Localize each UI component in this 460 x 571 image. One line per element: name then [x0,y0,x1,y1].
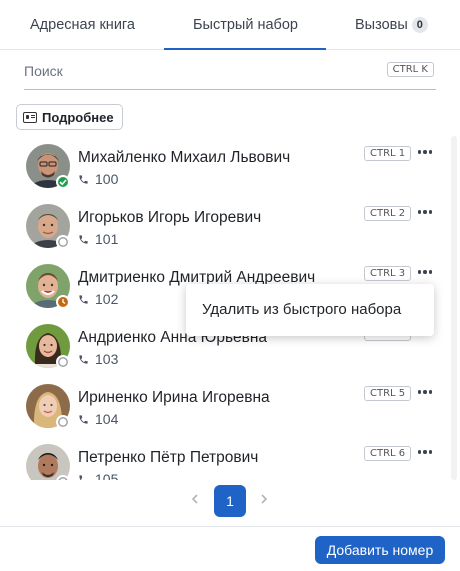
status-offline-indicator [56,355,70,369]
contact-name: Игорьков Игорь Игоревич [78,209,262,226]
phone-icon [79,414,88,424]
contact-extension: 102 [78,291,118,307]
contact-row[interactable]: Петренко Пётр Петрович 105 CTRL 6 [0,436,450,480]
chevron-right-icon[interactable] [259,494,269,504]
tab-bar: Адресная книга Быстрый набор Вызовы 0 [0,0,460,50]
chevron-left-icon[interactable] [190,494,200,504]
search-shortcut-hint: CTRL K [386,62,434,77]
contact-row[interactable]: Михайленко Михаил Львович 100 CTRL 1 [0,136,450,196]
tab-calls-label: Вызовы [355,17,408,33]
status-offline-indicator [56,475,70,480]
phone-icon [79,174,88,184]
contact-name: Петренко Пётр Петрович [78,449,259,466]
contact-name: Михайленко Михаил Львович [78,149,291,166]
calls-count-badge: 0 [411,17,428,33]
add-number-button[interactable]: Добавить номер [315,536,445,564]
contact-extension: 100 [78,171,118,187]
status-online-indicator [56,175,70,189]
contact-extension: 103 [78,351,118,367]
contact-row[interactable]: Ириненко Ирина Игоревна 104 CTRL 5 [0,376,450,436]
tab-address-book[interactable]: Адресная книга [30,0,135,50]
extension-number: 103 [95,351,119,367]
status-offline-indicator [56,235,70,249]
status-offline-indicator [56,415,70,429]
extension-number: 104 [95,411,119,427]
speed-dial-shortcut: CTRL 3 [364,266,412,281]
more-options-icon[interactable] [414,384,436,400]
details-button[interactable]: Подробнее [16,104,123,130]
contact-card-icon [23,111,37,123]
extension-number: 102 [95,291,119,307]
phone-icon [79,234,88,244]
phone-icon [79,294,88,304]
more-options-icon[interactable] [414,144,436,160]
extension-number: 101 [95,231,119,247]
phone-icon [79,354,88,364]
context-menu-remove-item[interactable]: Удалить из быстрого набора [186,284,434,336]
page-button-current[interactable]: 1 [214,485,246,517]
speed-dial-shortcut: CTRL 5 [364,386,412,401]
extension-number: 100 [95,171,119,187]
footer-bar: Добавить номер [0,526,460,571]
active-tab-indicator [164,48,326,50]
contact-extension: 101 [78,231,118,247]
more-options-icon[interactable] [414,264,436,280]
tab-calls[interactable]: Вызовы 0 [355,0,428,50]
speed-dial-shortcut: CTRL 2 [364,206,412,221]
speed-dial-shortcut: CTRL 1 [364,146,412,161]
speed-dial-shortcut: CTRL 6 [364,446,412,461]
more-options-icon[interactable] [414,204,436,220]
contact-extension: 104 [78,411,118,427]
extension-number: 105 [95,471,119,480]
search-input[interactable] [24,56,324,86]
status-away-indicator [56,295,70,309]
tab-speed-dial[interactable]: Быстрый набор [193,0,298,50]
contact-row[interactable]: Игорьков Игорь Игоревич 101 CTRL 2 [0,196,450,256]
pagination: 1 [0,484,460,520]
search-bar: CTRL K [24,56,436,90]
phone-icon [79,474,83,480]
contact-extension: 105 [78,471,118,480]
contact-name: Ириненко Ирина Игоревна [78,389,270,406]
more-options-icon[interactable] [414,444,436,460]
details-button-label: Подробнее [42,109,114,125]
